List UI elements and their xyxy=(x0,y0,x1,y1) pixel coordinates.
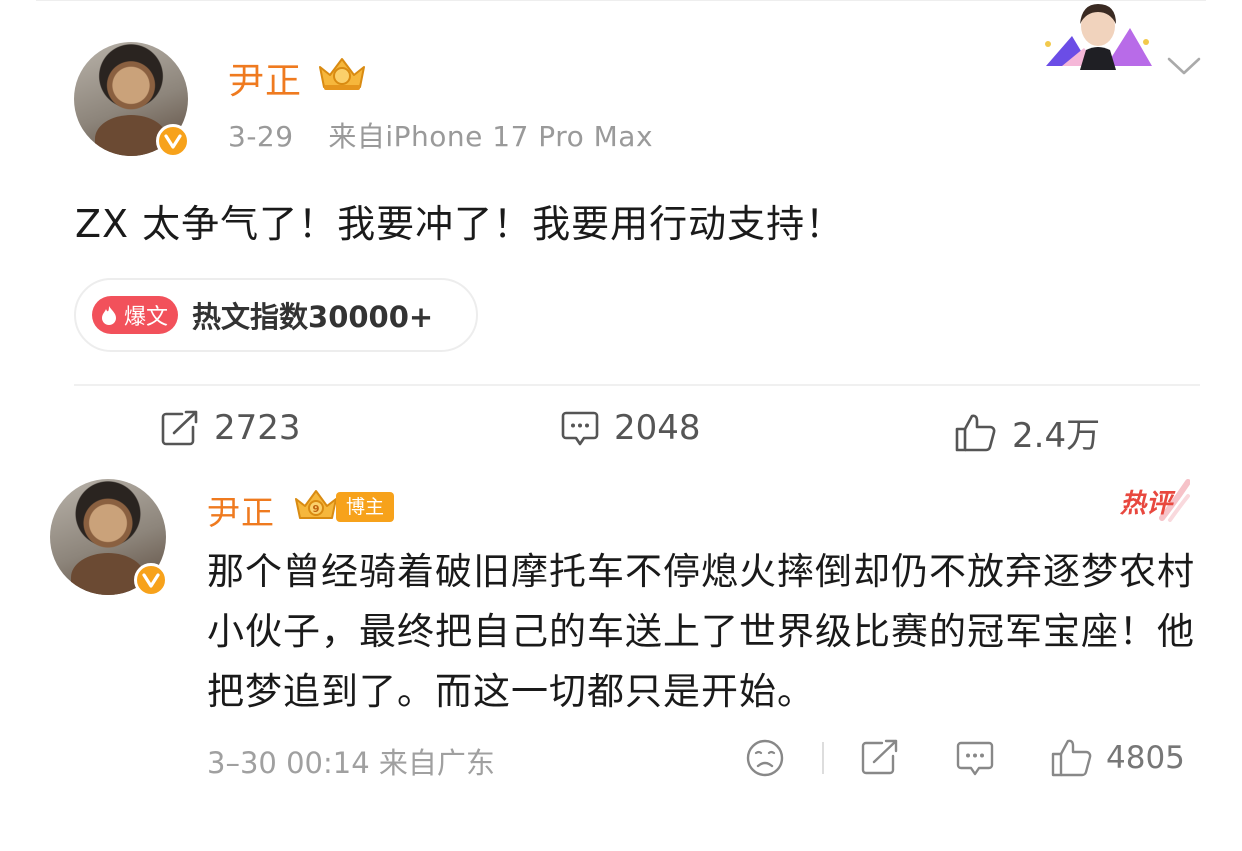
repost-count: 2723 xyxy=(214,408,301,448)
author-name[interactable]: 尹正 xyxy=(228,52,302,104)
post-source: 来自iPhone 17 Pro Max xyxy=(328,120,654,153)
top-divider xyxy=(36,0,1206,1)
reply-icon[interactable] xyxy=(955,738,995,778)
comment-text: 那个曾经骑着破旧摩托车不停熄火摔倒却仍不放弃逐梦农村小伙子，最终把自己的车送上了… xyxy=(207,550,1195,713)
like-button[interactable]: 2.4万 xyxy=(954,408,1100,457)
icon-separator xyxy=(822,742,824,774)
profile-decoration xyxy=(1045,4,1152,70)
post-text: ZX 太争气了！我要冲了！我要用行动支持！ xyxy=(75,202,845,246)
share-icon[interactable] xyxy=(860,738,900,776)
blogger-tag: 博主 xyxy=(336,492,395,522)
crown-badge-icon[interactable]: 9 xyxy=(293,488,339,524)
post-date: 3-29 xyxy=(228,120,294,153)
section-divider xyxy=(74,384,1200,386)
comment-icon xyxy=(561,411,599,446)
like-count: 2.4万 xyxy=(1012,416,1101,456)
weibo-post-page: 尹正 3-29 来自iPhone 17 Pro Max ZX 太争气了！我要冲了… xyxy=(0,0,1242,851)
repost-button[interactable]: 2723 xyxy=(160,408,301,448)
repost-icon xyxy=(161,410,198,446)
crown-level: 9 xyxy=(313,504,320,515)
comment-like-count: 4805 xyxy=(1106,740,1185,776)
comment-meta: 3–30 00:14 来自广东 xyxy=(207,746,495,780)
verified-icon xyxy=(134,563,168,597)
comment-count: 2048 xyxy=(614,408,701,448)
hot-index-label: 热文指数30000+ xyxy=(192,300,434,334)
comment-button[interactable]: 2048 xyxy=(560,408,701,448)
hot-comment-label: 热评 xyxy=(1119,489,1176,519)
like-icon xyxy=(955,414,996,451)
hot-index-pill[interactable]: 爆文 热文指数30000+ xyxy=(74,278,478,352)
hot-badge: 爆文 xyxy=(92,296,179,334)
like-icon[interactable] xyxy=(1050,738,1094,778)
sad-face-icon[interactable] xyxy=(745,738,785,778)
hot-badge-label: 爆文 xyxy=(124,305,169,330)
flame-icon xyxy=(102,306,116,325)
post-meta: 3-29 来自iPhone 17 Pro Max xyxy=(228,115,653,155)
crown-badge-icon[interactable] xyxy=(316,55,368,93)
verified-icon xyxy=(156,124,190,158)
chevron-down-icon[interactable] xyxy=(1166,54,1202,78)
hot-comment-badge: 热评 xyxy=(1119,479,1190,522)
commenter-name[interactable]: 尹正 xyxy=(207,486,275,534)
